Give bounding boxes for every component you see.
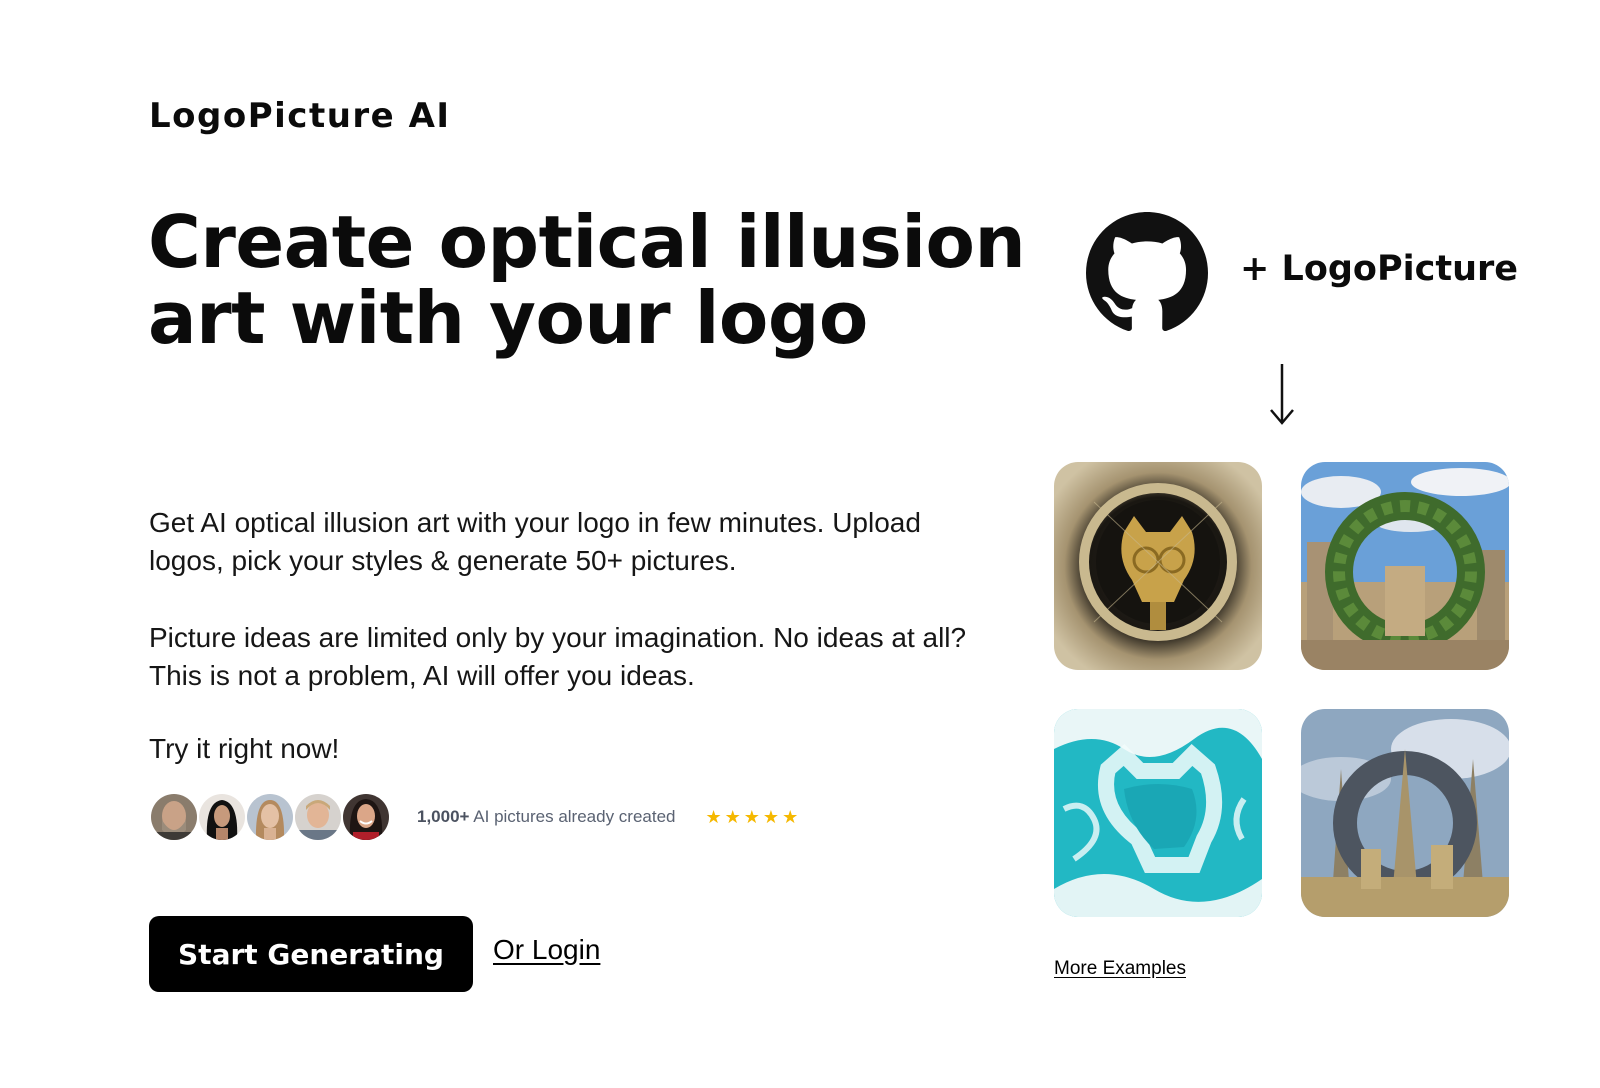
cta-text: Try it right now! <box>149 733 340 764</box>
description-paragraph-2: Picture ideas are limited only by your i… <box>149 622 967 691</box>
avatar <box>197 792 247 842</box>
example-image-steampunk[interactable] <box>1054 462 1262 670</box>
pictures-created-count: 1,000+ <box>417 807 470 826</box>
avatar <box>245 792 295 842</box>
star-icon: ★ <box>705 806 722 828</box>
login-link[interactable]: Or Login <box>493 934 600 966</box>
star-icon: ★ <box>782 806 799 828</box>
social-proof: 1,000+ AI pictures already created ★ ★ ★… <box>149 792 801 842</box>
pictures-created-text: AI pictures already created <box>473 807 676 826</box>
avatar-group <box>149 792 391 842</box>
landing-page: LogoPicture AI Create optical illusion a… <box>0 0 1600 1088</box>
pictures-created-label: 1,000+ AI pictures already created <box>417 807 676 827</box>
more-examples-link[interactable]: More Examples <box>1054 958 1186 980</box>
example-image-ruins[interactable] <box>1301 462 1509 670</box>
avatar <box>341 792 391 842</box>
star-icon: ★ <box>762 806 780 828</box>
rating-stars: ★ ★ ★ ★ ★ <box>706 807 802 828</box>
hero-title: Create optical illusion art with your lo… <box>148 200 1026 360</box>
start-generating-button[interactable]: Start Generating <box>149 916 473 992</box>
github-icon <box>1086 212 1208 331</box>
example-image-ocean[interactable] <box>1054 709 1262 917</box>
brand-logo-text[interactable]: LogoPicture AI <box>149 96 451 136</box>
plus-logopicture-label: + LogoPicture <box>1240 249 1519 289</box>
star-icon: ★ <box>743 806 760 828</box>
arrow-down-icon <box>1270 364 1294 425</box>
star-icon: ★ <box>724 806 741 828</box>
example-image-castle[interactable] <box>1301 709 1509 917</box>
avatar <box>149 792 199 842</box>
description-paragraph-1: Get AI optical illusion art with your lo… <box>149 507 921 576</box>
avatar <box>293 792 343 842</box>
